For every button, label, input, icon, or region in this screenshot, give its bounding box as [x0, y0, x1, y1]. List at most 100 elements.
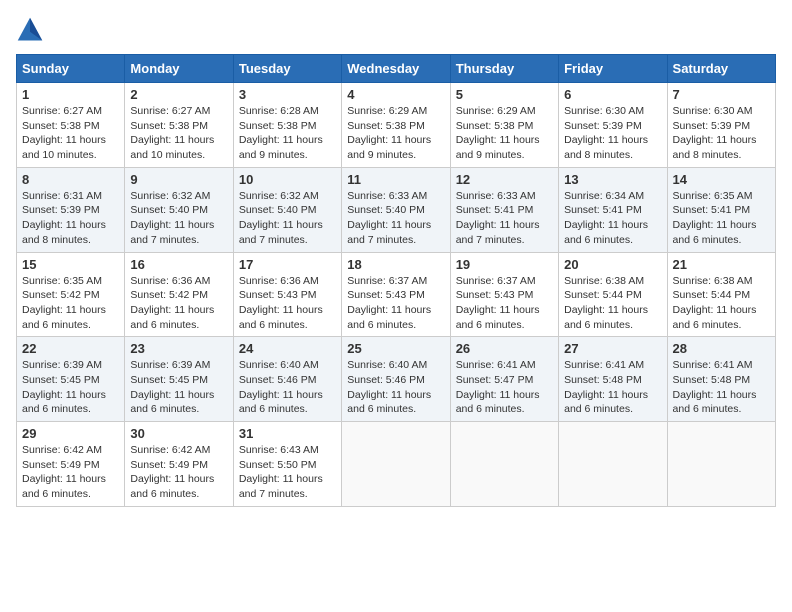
- calendar-week-row: 8Sunrise: 6:31 AM Sunset: 5:39 PM Daylig…: [17, 167, 776, 252]
- day-header-wednesday: Wednesday: [342, 55, 450, 83]
- day-info: Sunrise: 6:35 AM Sunset: 5:42 PM Dayligh…: [22, 274, 119, 333]
- calendar-cell: 12 Sunrise: 6:33 AM Sunset: 5:41 PM Dayli…: [450, 167, 558, 252]
- calendar-cell: 8Sunrise: 6:31 AM Sunset: 5:39 PM Daylig…: [17, 167, 125, 252]
- logo-icon: [16, 16, 44, 44]
- calendar-cell: 14 Sunrise: 6:35 AM Sunset: 5:41 PM Dayli…: [667, 167, 775, 252]
- day-info: Sunrise: 6:41 AM Sunset: 5:48 PM Dayligh…: [564, 358, 661, 417]
- calendar-cell: 29Sunrise: 6:42 AM Sunset: 5:49 PM Dayli…: [17, 422, 125, 507]
- calendar-cell: 24Sunrise: 6:40 AM Sunset: 5:46 PM Dayli…: [233, 337, 341, 422]
- calendar-week-row: 1 Sunrise: 6:27 AM Sunset: 5:38 PM Daylig…: [17, 83, 776, 168]
- calendar-cell: 23 Sunrise: 6:39 AM Sunset: 5:45 PM Dayli…: [125, 337, 233, 422]
- day-number: 18: [347, 257, 444, 272]
- day-number: 23: [130, 341, 227, 356]
- calendar-cell: 20 Sunrise: 6:38 AM Sunset: 5:44 PM Dayli…: [559, 252, 667, 337]
- day-number: 6: [564, 87, 661, 102]
- day-number: 17: [239, 257, 336, 272]
- day-info: Sunrise: 6:41 AM Sunset: 5:48 PM Dayligh…: [673, 358, 770, 417]
- day-info: Sunrise: 6:27 AM Sunset: 5:38 PM Dayligh…: [22, 104, 119, 163]
- day-info: Sunrise: 6:40 AM Sunset: 5:46 PM Dayligh…: [347, 358, 444, 417]
- day-number: 3: [239, 87, 336, 102]
- calendar-cell: 6 Sunrise: 6:30 AM Sunset: 5:39 PM Daylig…: [559, 83, 667, 168]
- day-header-sunday: Sunday: [17, 55, 125, 83]
- day-number: 4: [347, 87, 444, 102]
- day-info: Sunrise: 6:27 AM Sunset: 5:38 PM Dayligh…: [130, 104, 227, 163]
- day-info: Sunrise: 6:30 AM Sunset: 5:39 PM Dayligh…: [564, 104, 661, 163]
- day-number: 14: [673, 172, 770, 187]
- day-number: 12: [456, 172, 553, 187]
- day-number: 16: [130, 257, 227, 272]
- day-info: Sunrise: 6:41 AM Sunset: 5:47 PM Dayligh…: [456, 358, 553, 417]
- calendar-cell: 15 Sunrise: 6:35 AM Sunset: 5:42 PM Dayli…: [17, 252, 125, 337]
- calendar-cell: 28 Sunrise: 6:41 AM Sunset: 5:48 PM Dayli…: [667, 337, 775, 422]
- day-number: 8: [22, 172, 119, 187]
- day-number: 22: [22, 341, 119, 356]
- day-info: Sunrise: 6:43 AM Sunset: 5:50 PM Dayligh…: [239, 443, 336, 502]
- calendar-cell: 3 Sunrise: 6:28 AM Sunset: 5:38 PM Daylig…: [233, 83, 341, 168]
- logo: [16, 16, 48, 44]
- calendar-week-row: 29 Sunrise: 6:42 AM Sunset: 5:49 PM Dayli…: [17, 422, 776, 507]
- calendar-cell: 25 Sunrise: 6:40 AM Sunset: 5:46 PM Dayli…: [342, 337, 450, 422]
- calendar-cell: 10 Sunrise: 6:32 AM Sunset: 5:40 PM Dayli…: [233, 167, 341, 252]
- day-info: Sunrise: 6:35 AM Sunset: 5:41 PM Dayligh…: [673, 189, 770, 248]
- day-number: 9: [130, 172, 227, 187]
- day-info: Sunrise: 6:39 AM Sunset: 5:45 PM Dayligh…: [130, 358, 227, 417]
- calendar-cell: 7 Sunrise: 6:30 AM Sunset: 5:39 PM Daylig…: [667, 83, 775, 168]
- calendar-cell: 27 Sunrise: 6:41 AM Sunset: 5:48 PM Dayli…: [559, 337, 667, 422]
- calendar-cell: 18 Sunrise: 6:37 AM Sunset: 5:43 PM Dayli…: [342, 252, 450, 337]
- day-number: 24: [239, 341, 336, 356]
- calendar-cell: [667, 422, 775, 507]
- day-number: 7: [673, 87, 770, 102]
- calendar-cell: 19Sunrise: 6:37 AM Sunset: 5:43 PM Dayli…: [450, 252, 558, 337]
- calendar-cell: 30 Sunrise: 6:42 AM Sunset: 5:49 PM Dayli…: [125, 422, 233, 507]
- day-info: Sunrise: 6:30 AM Sunset: 5:39 PM Dayligh…: [673, 104, 770, 163]
- calendar-header-row: SundayMondayTuesdayWednesdayThursdayFrid…: [17, 55, 776, 83]
- day-number: 5: [456, 87, 553, 102]
- day-header-friday: Friday: [559, 55, 667, 83]
- calendar-cell: 31 Sunrise: 6:43 AM Sunset: 5:50 PM Dayli…: [233, 422, 341, 507]
- day-number: 25: [347, 341, 444, 356]
- day-number: 21: [673, 257, 770, 272]
- calendar-cell: [342, 422, 450, 507]
- calendar-week-row: 15 Sunrise: 6:35 AM Sunset: 5:42 PM Dayli…: [17, 252, 776, 337]
- day-info: Sunrise: 6:36 AM Sunset: 5:43 PM Dayligh…: [239, 274, 336, 333]
- calendar-table: SundayMondayTuesdayWednesdayThursdayFrid…: [16, 54, 776, 507]
- calendar-week-row: 22 Sunrise: 6:39 AM Sunset: 5:45 PM Dayli…: [17, 337, 776, 422]
- day-number: 19: [456, 257, 553, 272]
- day-number: 28: [673, 341, 770, 356]
- day-number: 13: [564, 172, 661, 187]
- day-info: Sunrise: 6:32 AM Sunset: 5:40 PM Dayligh…: [130, 189, 227, 248]
- calendar-cell: 9 Sunrise: 6:32 AM Sunset: 5:40 PM Daylig…: [125, 167, 233, 252]
- day-number: 27: [564, 341, 661, 356]
- day-number: 11: [347, 172, 444, 187]
- calendar-cell: 13 Sunrise: 6:34 AM Sunset: 5:41 PM Dayli…: [559, 167, 667, 252]
- day-info: Sunrise: 6:28 AM Sunset: 5:38 PM Dayligh…: [239, 104, 336, 163]
- day-info: Sunrise: 6:42 AM Sunset: 5:49 PM Dayligh…: [130, 443, 227, 502]
- day-number: 15: [22, 257, 119, 272]
- calendar-cell: 21Sunrise: 6:38 AM Sunset: 5:44 PM Dayli…: [667, 252, 775, 337]
- day-info: Sunrise: 6:29 AM Sunset: 5:38 PM Dayligh…: [347, 104, 444, 163]
- day-number: 30: [130, 426, 227, 441]
- calendar-cell: 5 Sunrise: 6:29 AM Sunset: 5:38 PM Daylig…: [450, 83, 558, 168]
- day-number: 10: [239, 172, 336, 187]
- calendar-cell: 1 Sunrise: 6:27 AM Sunset: 5:38 PM Daylig…: [17, 83, 125, 168]
- day-number: 31: [239, 426, 336, 441]
- calendar-cell: 2Sunrise: 6:27 AM Sunset: 5:38 PM Daylig…: [125, 83, 233, 168]
- calendar-cell: 17 Sunrise: 6:36 AM Sunset: 5:43 PM Dayli…: [233, 252, 341, 337]
- day-info: Sunrise: 6:34 AM Sunset: 5:41 PM Dayligh…: [564, 189, 661, 248]
- day-info: Sunrise: 6:37 AM Sunset: 5:43 PM Dayligh…: [347, 274, 444, 333]
- day-header-thursday: Thursday: [450, 55, 558, 83]
- day-info: Sunrise: 6:38 AM Sunset: 5:44 PM Dayligh…: [564, 274, 661, 333]
- day-info: Sunrise: 6:33 AM Sunset: 5:41 PM Dayligh…: [456, 189, 553, 248]
- day-number: 20: [564, 257, 661, 272]
- day-header-monday: Monday: [125, 55, 233, 83]
- day-number: 29: [22, 426, 119, 441]
- day-info: Sunrise: 6:39 AM Sunset: 5:45 PM Dayligh…: [22, 358, 119, 417]
- day-info: Sunrise: 6:29 AM Sunset: 5:38 PM Dayligh…: [456, 104, 553, 163]
- day-info: Sunrise: 6:32 AM Sunset: 5:40 PM Dayligh…: [239, 189, 336, 248]
- day-number: 26: [456, 341, 553, 356]
- day-number: 1: [22, 87, 119, 102]
- day-info: Sunrise: 6:33 AM Sunset: 5:40 PM Dayligh…: [347, 189, 444, 248]
- calendar-cell: 4 Sunrise: 6:29 AM Sunset: 5:38 PM Daylig…: [342, 83, 450, 168]
- calendar-cell: 11 Sunrise: 6:33 AM Sunset: 5:40 PM Dayli…: [342, 167, 450, 252]
- calendar-cell: 22 Sunrise: 6:39 AM Sunset: 5:45 PM Dayli…: [17, 337, 125, 422]
